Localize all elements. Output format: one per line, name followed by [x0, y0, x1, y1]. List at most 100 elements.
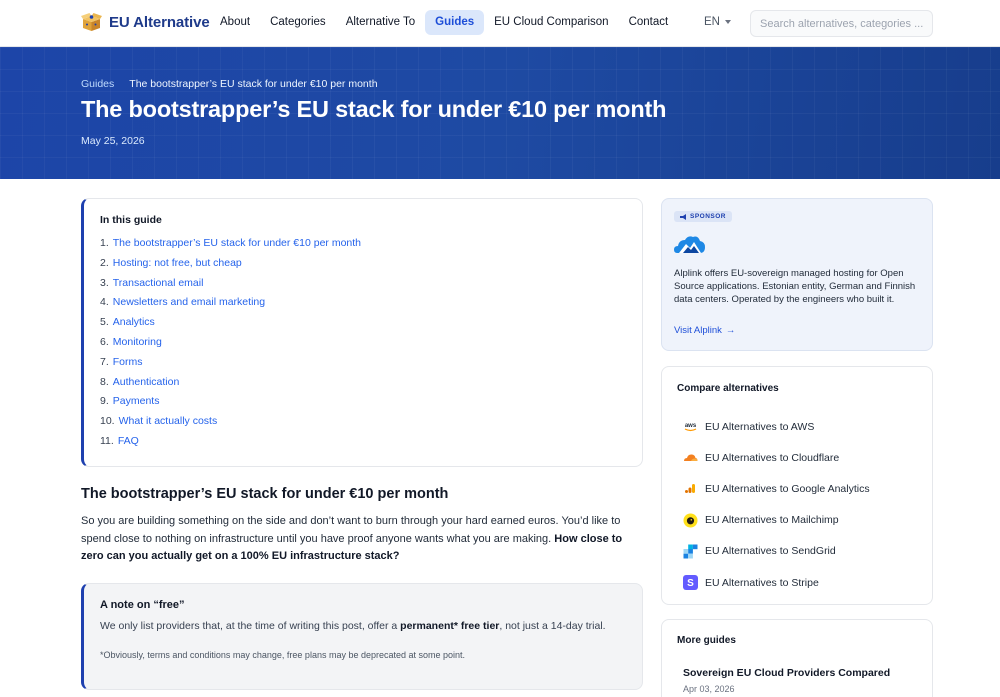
- compare-item-label: EU Alternatives to Google Analytics: [705, 482, 870, 495]
- toc-item: 1. The bootstrapper’s EU stack for under …: [100, 237, 361, 257]
- toc-number: 5.: [100, 316, 109, 329]
- language-selector[interactable]: EN: [704, 16, 731, 28]
- mailchimp-icon: [683, 513, 698, 528]
- nav-about[interactable]: About: [210, 10, 260, 35]
- toc-number: 3.: [100, 276, 109, 289]
- breadcrumb: Guides The bootstrapper’s EU stack for u…: [81, 78, 378, 90]
- breadcrumb-current: The bootstrapper’s EU stack for under €1…: [129, 78, 378, 90]
- compare-item-label: EU Alternatives to Cloudflare: [705, 451, 840, 464]
- toc-number: 10.: [100, 415, 115, 428]
- compare-item-aws[interactable]: aws EU Alternatives to AWS: [683, 411, 870, 442]
- toc-number: 11.: [100, 434, 114, 447]
- compare-alternatives-card: Compare alternatives aws EU Alternatives…: [661, 366, 933, 605]
- compare-item-label: EU Alternatives to SendGrid: [705, 545, 836, 558]
- box-logo-icon: [81, 13, 102, 31]
- aws-icon-text: aws: [685, 423, 697, 429]
- toc-number: 9.: [100, 395, 109, 408]
- stripe-icon: S: [683, 575, 698, 591]
- note-disclaimer: *Obviously, terms and conditions may cha…: [100, 650, 466, 660]
- toc-number: 8.: [100, 375, 109, 388]
- toc-title: In this guide: [100, 214, 162, 226]
- intro-text: So you are building something on the sid…: [81, 515, 621, 545]
- toc-item: 8. Authentication: [100, 376, 361, 396]
- toc-link[interactable]: Authentication: [113, 376, 180, 396]
- google-analytics-icon: [683, 481, 698, 496]
- sponsor-link-label: Visit Alplink: [674, 325, 722, 336]
- compare-item-cloudflare[interactable]: EU Alternatives to Cloudflare: [683, 442, 870, 473]
- nav-alternative-to[interactable]: Alternative To: [336, 10, 425, 35]
- note-text-before: We only list providers that, at the time…: [100, 620, 401, 632]
- alplink-logo-icon[interactable]: [674, 234, 705, 256]
- compare-item-sendgrid[interactable]: EU Alternatives to SendGrid: [683, 536, 870, 567]
- guide-link[interactable]: Sovereign EU Cloud Providers Compared: [683, 667, 890, 679]
- toc-link[interactable]: FAQ: [118, 435, 139, 455]
- toc-number: 1.: [100, 237, 109, 249]
- logo-text: EU Alternative: [109, 13, 210, 31]
- sendgrid-icon: [683, 544, 698, 559]
- breadcrumb-guides[interactable]: Guides: [81, 78, 114, 90]
- compare-item-mailchimp[interactable]: EU Alternatives to Mailchimp: [683, 505, 870, 536]
- visit-alplink-link[interactable]: Visit Alplink →: [674, 325, 735, 336]
- sponsor-card: SPONSOR Alplink offers EU-sovereign mana…: [661, 198, 933, 351]
- nav-eu-cloud-comparison[interactable]: EU Cloud Comparison: [484, 10, 618, 35]
- more-guides-card: More guides Sovereign EU Cloud Providers…: [661, 619, 933, 697]
- stripe-icon-letter: S: [687, 578, 694, 589]
- more-guides-title: More guides: [677, 635, 736, 646]
- free-note-callout: A note on “free” We only list providers …: [81, 583, 643, 690]
- nav-contact[interactable]: Contact: [619, 10, 679, 35]
- toc-item: 2. Hosting: not free, but cheap: [100, 257, 361, 277]
- toc-link[interactable]: Payments: [113, 395, 160, 415]
- toc-link[interactable]: Analytics: [113, 316, 155, 336]
- sponsor-badge-label: SPONSOR: [690, 213, 727, 220]
- compare-item-stripe[interactable]: S EU Alternatives to Stripe: [683, 567, 870, 598]
- compare-title: Compare alternatives: [677, 383, 779, 394]
- publish-date: May 25, 2026: [81, 135, 145, 147]
- toc-link[interactable]: What it actually costs: [119, 415, 218, 435]
- note-text-bold: permanent* free tier: [400, 620, 500, 632]
- toc-link[interactable]: Forms: [113, 356, 143, 376]
- compare-item-label: EU Alternatives to Mailchimp: [705, 514, 839, 527]
- note-title: A note on “free”: [100, 599, 185, 611]
- toc-item: 3. Transactional email: [100, 277, 361, 297]
- toc-link[interactable]: The bootstrapper’s EU stack for under €1…: [113, 237, 361, 257]
- table-of-contents: In this guide 1. The bootstrapper’s EU st…: [81, 198, 643, 467]
- nav-guides[interactable]: Guides: [425, 10, 485, 35]
- compare-item-label: EU Alternatives to AWS: [705, 420, 815, 433]
- note-text-after: , not just a 14-day trial.: [499, 620, 606, 632]
- compare-item-google-analytics[interactable]: EU Alternatives to Google Analytics: [683, 473, 870, 504]
- nav-categories[interactable]: Categories: [260, 10, 336, 35]
- intro-paragraph: So you are building something on the sid…: [81, 513, 643, 566]
- chevron-down-icon: [724, 20, 731, 24]
- site-header: EU Alternative About Categories Alternat…: [0, 0, 1000, 47]
- toc-link[interactable]: Transactional email: [113, 277, 204, 297]
- toc-item: 4. Newsletters and email marketing: [100, 296, 361, 316]
- toc-item: 10. What it actually costs: [100, 415, 361, 435]
- toc-item: 9. Payments: [100, 395, 361, 415]
- toc-link[interactable]: Newsletters and email marketing: [113, 296, 265, 316]
- section-heading: The bootstrapper’s EU stack for under €1…: [81, 486, 449, 502]
- page-title: The bootstrapper’s EU stack for under €1…: [81, 96, 667, 122]
- toc-link[interactable]: Hosting: not free, but cheap: [113, 257, 242, 277]
- compare-list: aws EU Alternatives to AWS EU Alternativ…: [683, 411, 870, 598]
- megaphone-icon: [680, 213, 686, 220]
- toc-item: 7. Forms: [100, 356, 361, 376]
- cloudflare-icon: [683, 450, 698, 465]
- compare-item-label: EU Alternatives to Stripe: [705, 576, 819, 589]
- toc-item: 6. Monitoring: [100, 336, 361, 356]
- aws-icon: aws: [683, 419, 698, 434]
- toc-number: 7.: [100, 355, 109, 368]
- toc-number: 6.: [100, 335, 109, 348]
- toc-link[interactable]: Monitoring: [113, 336, 162, 356]
- toc-number: 2.: [100, 256, 109, 269]
- sponsor-badge: SPONSOR: [674, 211, 733, 222]
- main-nav: About Categories Alternative To Guides E…: [210, 10, 678, 35]
- toc-list: 1. The bootstrapper’s EU stack for under …: [100, 237, 361, 455]
- note-text: We only list providers that, at the time…: [100, 620, 606, 632]
- toc-number: 4.: [100, 296, 109, 309]
- guide-date: Apr 03, 2026: [683, 684, 735, 694]
- search-input[interactable]: [750, 10, 933, 37]
- toc-item: 11. FAQ: [100, 435, 361, 455]
- language-label: EN: [704, 16, 720, 28]
- sponsor-description: Alplink offers EU-sovereign managed host…: [674, 268, 916, 305]
- site-logo[interactable]: EU Alternative: [81, 12, 210, 32]
